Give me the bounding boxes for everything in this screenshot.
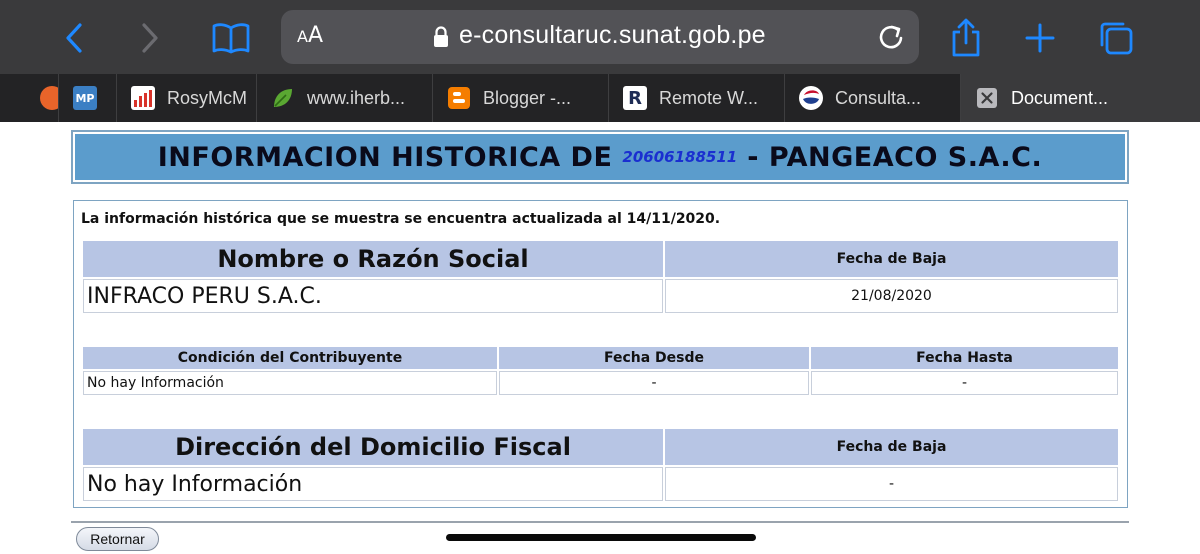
tab-1[interactable] [0, 74, 58, 122]
tab-6[interactable]: R Remote W... [608, 74, 784, 122]
cell-fecha-hasta: - [811, 371, 1118, 395]
share-icon [952, 18, 980, 57]
tab-5[interactable]: Blogger -... [432, 74, 608, 122]
razon-social-table: Nombre o Razón Social Fecha de Baja INFR… [81, 239, 1120, 315]
header-fecha-desde: Fecha Desde [499, 347, 809, 369]
cell-razon-social: INFRACO PERU S.A.C. [83, 279, 663, 313]
chevron-left-icon [66, 23, 82, 53]
home-indicator[interactable] [446, 534, 756, 541]
header-fecha-hasta: Fecha Hasta [811, 347, 1118, 369]
plus-icon [1025, 23, 1055, 53]
tab-bar: MP RosyMcM www.iherb... Blogger -... R R… [0, 74, 1200, 122]
domicilio-table: Dirección del Domicilio Fiscal Fecha de … [81, 427, 1120, 503]
tab-7[interactable]: Consulta... [784, 74, 960, 122]
condicion-table: Condición del Contribuyente Fecha Desde … [81, 345, 1120, 397]
share-button[interactable] [948, 14, 984, 62]
leaf-icon [274, 89, 292, 107]
tab-8-active[interactable]: Document... [960, 74, 1200, 122]
table-row: No hay Información - - [83, 371, 1118, 395]
header-nombre-razon-social: Nombre o Razón Social [83, 241, 663, 277]
cell-fecha-baja: 21/08/2020 [665, 279, 1118, 313]
retornar-button[interactable]: Retornar [76, 527, 159, 551]
header-fecha-baja: Fecha de Baja [665, 241, 1118, 277]
tab-7-label: Consulta... [835, 87, 922, 108]
page-content: INFORMACION HISTORICA DE 20606188511 - P… [0, 122, 1200, 554]
table-header-row: Nombre o Razón Social Fecha de Baja [83, 241, 1118, 277]
book-icon [212, 23, 250, 54]
divider [71, 521, 1129, 523]
tab-6-label: Remote W... [659, 87, 759, 108]
orange-circle-icon [40, 86, 58, 110]
cell-direccion: No hay Información [83, 467, 663, 501]
tab-5-label: Blogger -... [483, 87, 572, 108]
back-button[interactable] [58, 14, 90, 62]
cell-condicion: No hay Información [83, 371, 497, 395]
tab-8-label: Document... [1011, 87, 1109, 108]
browser-toolbar: AA e-consultaruc.sunat.gob.pe [0, 0, 1200, 74]
tabs-overview-button[interactable] [1096, 14, 1136, 62]
bookmarks-button[interactable] [208, 14, 254, 62]
header-direccion-domicilio: Dirección del Domicilio Fiscal [83, 429, 663, 465]
header-fecha-baja-domicilio: Fecha de Baja [665, 429, 1118, 465]
tab-3-label: RosyMcM [167, 87, 247, 108]
table-header-row: Dirección del Domicilio Fiscal Fecha de … [83, 429, 1118, 465]
blogger-icon [448, 87, 470, 109]
reload-icon[interactable] [877, 23, 905, 51]
title-prefix: INFORMACION HISTORICA DE [157, 141, 613, 173]
table-header-row: Condición del Contribuyente Fecha Desde … [83, 347, 1118, 369]
bar-chart-icon [131, 86, 155, 110]
forward-button[interactable] [134, 14, 166, 62]
update-info-text: La información histórica que se muestra … [81, 211, 721, 227]
header-condicion: Condición del Contribuyente [83, 347, 497, 369]
cell-fecha-desde: - [499, 371, 809, 395]
tab-3[interactable]: RosyMcM [116, 74, 256, 122]
tab-4[interactable]: www.iherb... [256, 74, 432, 122]
tab-2[interactable]: MP [58, 74, 116, 122]
address-bar[interactable]: AA e-consultaruc.sunat.gob.pe [281, 10, 919, 64]
page-title: INFORMACION HISTORICA DE 20606188511 - P… [75, 134, 1125, 180]
chevron-right-icon [142, 23, 158, 53]
tabs-icon [1100, 22, 1133, 55]
table-row: INFRACO PERU S.A.C. 21/08/2020 [83, 279, 1118, 313]
text-size-button[interactable]: AA [297, 23, 323, 48]
history-panel: La información histórica que se muestra … [73, 200, 1128, 508]
page-title-box: INFORMACION HISTORICA DE 20606188511 - P… [71, 130, 1129, 184]
url-text: e-consultaruc.sunat.gob.pe [459, 21, 766, 49]
cell-fecha-baja-domicilio: - [665, 467, 1118, 501]
close-box-icon[interactable] [975, 86, 999, 110]
sunat-icon [799, 86, 823, 110]
table-row: No hay Información - [83, 467, 1118, 501]
remote-r-icon: R [623, 86, 647, 110]
title-suffix: - PANGEACO S.A.C. [747, 141, 1043, 173]
tab-4-label: www.iherb... [307, 87, 406, 108]
lock-icon [434, 26, 448, 47]
new-tab-button[interactable] [1022, 14, 1058, 62]
mp-logo-icon: MP [73, 86, 97, 110]
ruc-number: 20606188511 [622, 148, 738, 166]
